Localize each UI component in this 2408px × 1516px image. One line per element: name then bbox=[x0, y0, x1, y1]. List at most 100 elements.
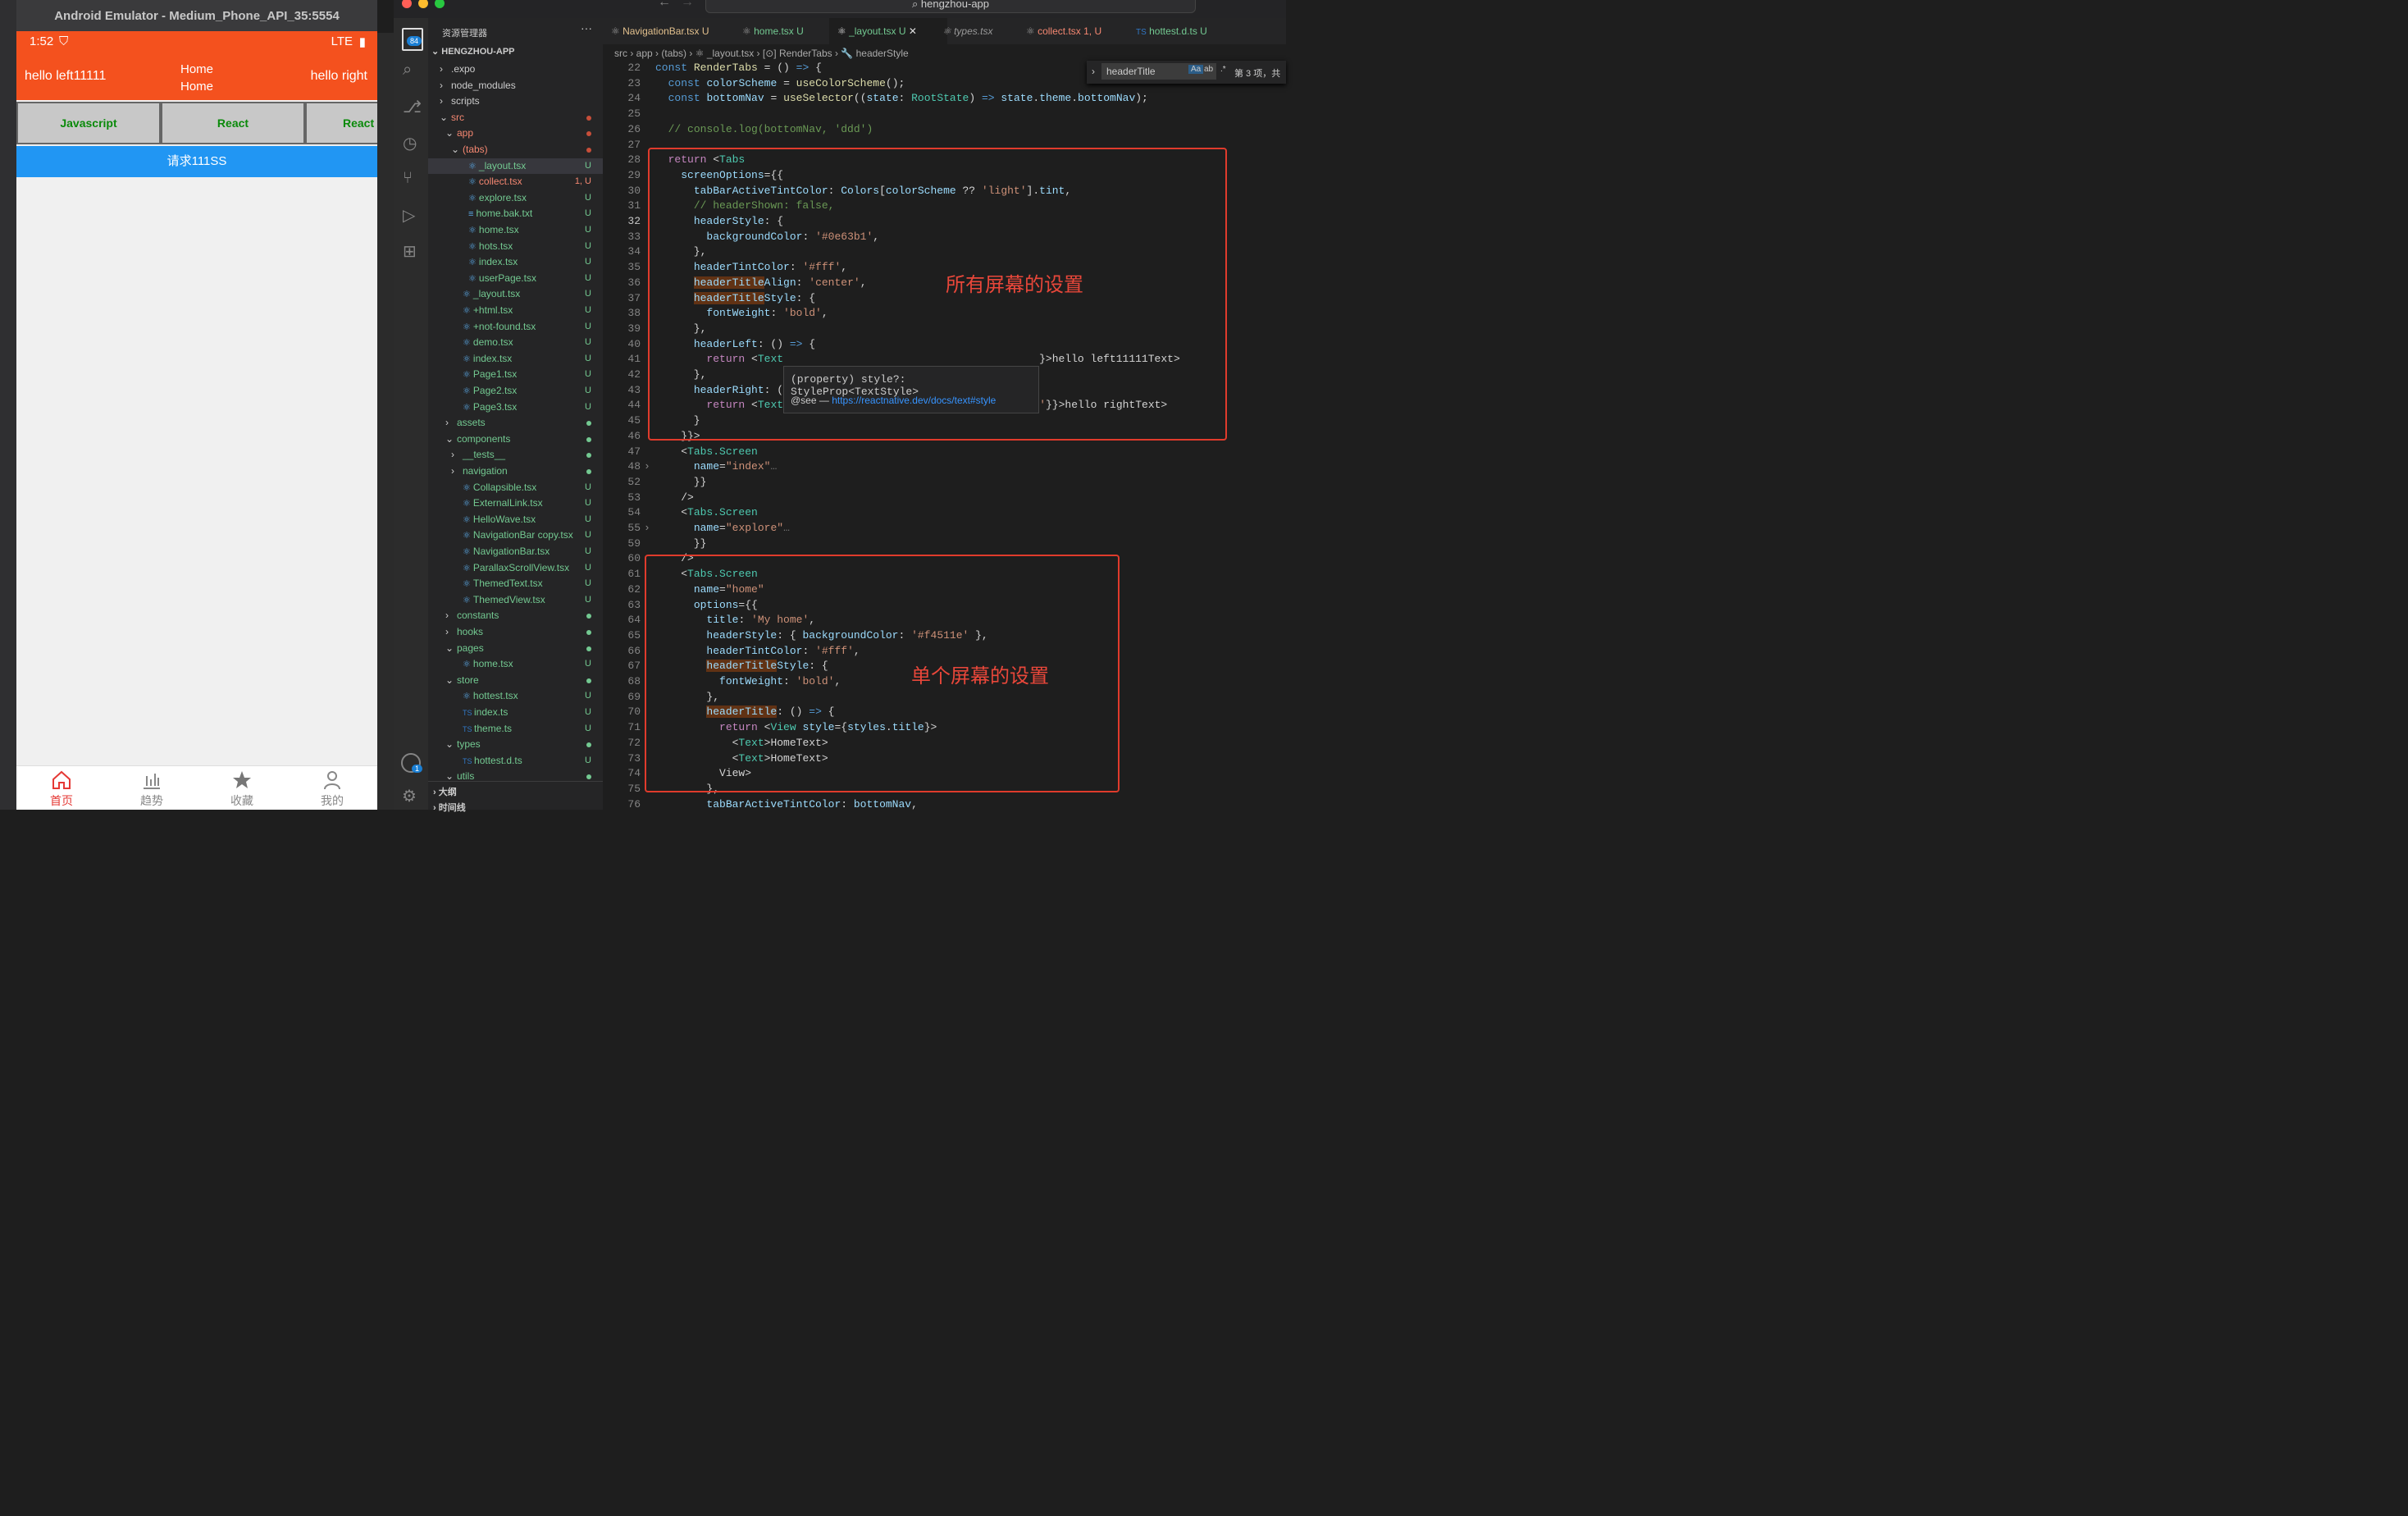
tree-item[interactable]: › .expo bbox=[428, 62, 603, 77]
timeline-icon[interactable]: ◷ bbox=[403, 133, 417, 153]
tree-item[interactable]: ⚛ userPage.tsx U bbox=[428, 271, 603, 286]
tree-item[interactable]: › assets bbox=[428, 415, 603, 431]
tree-item[interactable]: ⚛ ThemedText.tsx U bbox=[428, 576, 603, 591]
code-line[interactable]: tabBarActiveTintColor: bottomNav, bbox=[655, 798, 917, 811]
code-line[interactable]: // console.log(bottomNav, 'ddd') bbox=[655, 123, 873, 135]
tooltip-link[interactable]: https://reactnative.dev/docs/text#style bbox=[832, 395, 996, 406]
close-window-button[interactable] bbox=[402, 0, 412, 8]
tree-item[interactable]: ⌄ types bbox=[428, 737, 603, 752]
tree-item[interactable]: ⚛ hottest.tsx U bbox=[428, 688, 603, 704]
tree-item[interactable]: ⚛ ThemedView.tsx U bbox=[428, 592, 603, 608]
timeline-section[interactable]: › 时间线 bbox=[433, 801, 466, 814]
toggle-replace-icon[interactable]: › bbox=[1092, 66, 1095, 77]
tree-item[interactable]: ⚛ NavigationBar.tsx U bbox=[428, 544, 603, 559]
tab-navigationbar[interactable]: ⚛ NavigationBar.tsx U bbox=[611, 18, 734, 44]
project-root[interactable]: ⌄ HENGZHOU-APP bbox=[431, 46, 515, 57]
tree-item[interactable]: › constants bbox=[428, 608, 603, 623]
extensions-icon[interactable]: ⊞ bbox=[403, 241, 417, 262]
fold-chevron-icon[interactable]: › bbox=[644, 522, 650, 534]
tree-item[interactable]: ⚛ +html.tsx U bbox=[428, 303, 603, 318]
breadcrumb-item[interactable]: src bbox=[614, 48, 627, 59]
tree-item[interactable]: ⌄ utils bbox=[428, 769, 603, 784]
match-case-icon[interactable]: Aa bbox=[1188, 65, 1204, 74]
tree-item[interactable]: ⚛ +not-found.tsx U bbox=[428, 319, 603, 335]
tree-item[interactable]: ⚛ Page3.tsx U bbox=[428, 400, 603, 415]
breadcrumb-item[interactable]: (tabs) bbox=[661, 48, 686, 59]
tab-react[interactable]: React bbox=[161, 102, 305, 144]
tree-item[interactable]: ≡ home.bak.txt U bbox=[428, 206, 603, 221]
request-button[interactable]: 请求111SS bbox=[16, 146, 377, 177]
tree-item[interactable]: TS hottest.d.ts U bbox=[428, 753, 603, 769]
tree-item[interactable]: ⌄ app bbox=[428, 126, 603, 141]
breadcrumb-item[interactable]: RenderTabs bbox=[779, 48, 832, 59]
tab-react-2[interactable]: React bbox=[305, 102, 377, 144]
tree-item[interactable]: TS index.ts U bbox=[428, 705, 603, 720]
code-line[interactable]: const bottomNav = useSelector((state: Ro… bbox=[655, 92, 1148, 104]
code-line[interactable]: <Tabs.Screen bbox=[655, 445, 758, 458]
tab-collect[interactable]: ⚛ collect.tsx 1, U bbox=[1026, 18, 1124, 44]
outline-section[interactable]: › 大纲 bbox=[433, 785, 457, 798]
tree-item[interactable]: ⚛ Page2.tsx U bbox=[428, 383, 603, 399]
tree-item[interactable]: ⌄ components bbox=[428, 432, 603, 447]
tree-item[interactable]: › node_modules bbox=[428, 78, 603, 94]
minimize-window-button[interactable] bbox=[418, 0, 428, 8]
tree-item[interactable]: ⚛ _layout.tsx U bbox=[428, 286, 603, 302]
tree-item[interactable]: ⚛ _layout.tsx U bbox=[428, 158, 603, 174]
tree-item[interactable]: ⚛ ExternalLink.tsx U bbox=[428, 495, 603, 511]
bottom-nav-home[interactable]: 首页 bbox=[16, 766, 107, 809]
breadcrumb-item[interactable]: app bbox=[636, 48, 653, 59]
tab-home[interactable]: ⚛ home.tsx U bbox=[742, 18, 824, 44]
tree-item[interactable]: ⌄ pages bbox=[428, 641, 603, 656]
tree-item[interactable]: TS theme.ts U bbox=[428, 721, 603, 737]
tree-item[interactable]: ⌄ src bbox=[428, 110, 603, 126]
tree-item[interactable]: ⚛ home.tsx U bbox=[428, 222, 603, 238]
tree-item[interactable]: ⚛ HelloWave.tsx U bbox=[428, 512, 603, 527]
source-control-icon[interactable]: ⎇ bbox=[403, 97, 422, 117]
code-line[interactable]: /> bbox=[655, 491, 694, 504]
more-actions-icon[interactable]: ··· bbox=[581, 21, 592, 34]
tree-item[interactable]: ⚛ index.tsx U bbox=[428, 351, 603, 367]
tab-hottest[interactable]: TS hottest.d.ts U bbox=[1136, 18, 1226, 44]
code-line[interactable]: }} bbox=[655, 476, 707, 488]
code-line[interactable]: name="explore"… bbox=[655, 522, 790, 534]
zoom-window-button[interactable] bbox=[435, 0, 445, 8]
tree-item[interactable]: › scripts bbox=[428, 94, 603, 109]
breadcrumb-item[interactable]: _layout.tsx bbox=[707, 48, 754, 59]
code-line[interactable]: const colorScheme = useColorScheme(); bbox=[655, 77, 905, 89]
close-icon[interactable]: ✕ bbox=[909, 25, 917, 37]
tree-item[interactable]: › __tests__ bbox=[428, 447, 603, 463]
header-right-text[interactable]: hello right bbox=[311, 69, 367, 84]
tree-item[interactable]: ⌄ store bbox=[428, 673, 603, 688]
back-arrow-icon[interactable]: ← bbox=[658, 0, 671, 10]
tab-layout[interactable]: ⚛ _layout.tsx U ✕ bbox=[829, 18, 947, 44]
tree-item[interactable]: ⌄ (tabs) bbox=[428, 142, 603, 158]
tree-item[interactable]: ⚛ collect.tsx 1, U bbox=[428, 174, 603, 190]
tree-item[interactable]: ⚛ NavigationBar copy.tsx U bbox=[428, 527, 603, 543]
tree-item[interactable]: › hooks bbox=[428, 624, 603, 640]
tree-item[interactable]: ⚛ Collapsible.tsx U bbox=[428, 480, 603, 495]
tree-item[interactable]: › navigation bbox=[428, 463, 603, 479]
code-line[interactable]: const RenderTabs = () => { bbox=[655, 62, 822, 74]
tree-item[interactable]: ⚛ hots.tsx U bbox=[428, 239, 603, 254]
header-left-text[interactable]: hello left11111 bbox=[25, 69, 106, 84]
tree-item[interactable]: ⚛ ParallaxScrollView.tsx U bbox=[428, 560, 603, 576]
forward-arrow-icon[interactable]: → bbox=[681, 0, 694, 10]
tree-item[interactable]: ⚛ demo.tsx U bbox=[428, 335, 603, 350]
tree-item[interactable]: ⚛ index.tsx U bbox=[428, 254, 603, 270]
breadcrumb-item[interactable]: headerStyle bbox=[856, 48, 909, 59]
tree-item[interactable]: ⚛ home.tsx U bbox=[428, 656, 603, 672]
bottom-nav-favorites[interactable]: 收藏 bbox=[197, 766, 287, 809]
gear-icon[interactable]: ⚙ bbox=[402, 786, 417, 806]
code-line[interactable]: }} bbox=[655, 537, 707, 550]
fold-chevron-icon[interactable]: › bbox=[644, 460, 650, 473]
code-line[interactable]: <Tabs.Screen bbox=[655, 506, 758, 518]
bottom-nav-profile[interactable]: 我的 bbox=[287, 766, 377, 809]
tree-item[interactable]: ⚛ explore.tsx U bbox=[428, 190, 603, 206]
git-icon[interactable]: ⑂ bbox=[403, 169, 413, 188]
tab-javascript[interactable]: Javascript bbox=[16, 102, 161, 144]
search-icon[interactable]: ⌕ bbox=[403, 61, 412, 80]
run-debug-icon[interactable]: ▷ bbox=[403, 205, 415, 226]
regex-icon[interactable]: .* bbox=[1220, 65, 1226, 74]
tree-item[interactable]: ⚛ Page1.tsx U bbox=[428, 367, 603, 382]
tab-types[interactable]: ⚛ types.tsx bbox=[942, 18, 1016, 44]
